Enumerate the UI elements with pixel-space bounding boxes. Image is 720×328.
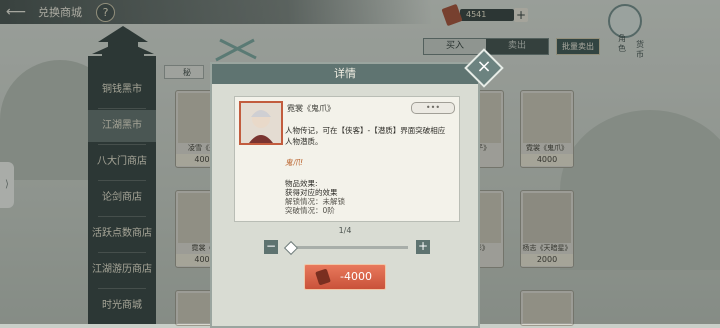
decrease-quantity-button[interactable]: − [264,240,278,254]
item-name: 霓裳《鬼爪》 [287,104,335,113]
item-quote: 鬼爪! [285,158,304,167]
page-indicator: 1/4 [338,226,352,235]
character-portrait-icon [249,110,273,143]
detail-dialog: 详情 × 霓裳《鬼爪》 ••• 人物传记，可在【侠客】-【潜质】界面突破相应人物… [210,48,504,328]
token-icon [315,268,331,286]
effect-line: 获得对应的效果 [285,188,338,197]
item-info-panel: 霓裳《鬼爪》 ••• 人物传记，可在【侠客】-【潜质】界面突破相应人物潜质。 鬼… [234,96,460,222]
purchase-price: -4000 [340,270,372,283]
slider-thumb[interactable] [283,240,299,256]
quantity-slider[interactable] [286,246,408,249]
quantity-slider-row: − + [264,240,430,256]
dialog-title: 详情 [212,64,478,84]
increase-quantity-button[interactable]: + [416,240,430,254]
item-effect: 物品效果: 获得对应的效果 解锁情况：未解锁 突破情况：0阶 [285,179,451,215]
close-icon: × [476,56,492,77]
purchase-button[interactable]: -4000 [304,264,386,290]
more-options-button[interactable]: ••• [411,102,455,114]
item-portrait [239,101,283,145]
unlock-status: 解锁情况：未解锁 [285,197,345,206]
breakthrough-status: 突破情况：0阶 [285,206,335,215]
item-description: 人物传记，可在【侠客】-【潜质】界面突破相应人物潜质。 [285,126,446,146]
effect-title: 物品效果: [285,179,318,188]
crossed-swords-icon [215,38,257,62]
